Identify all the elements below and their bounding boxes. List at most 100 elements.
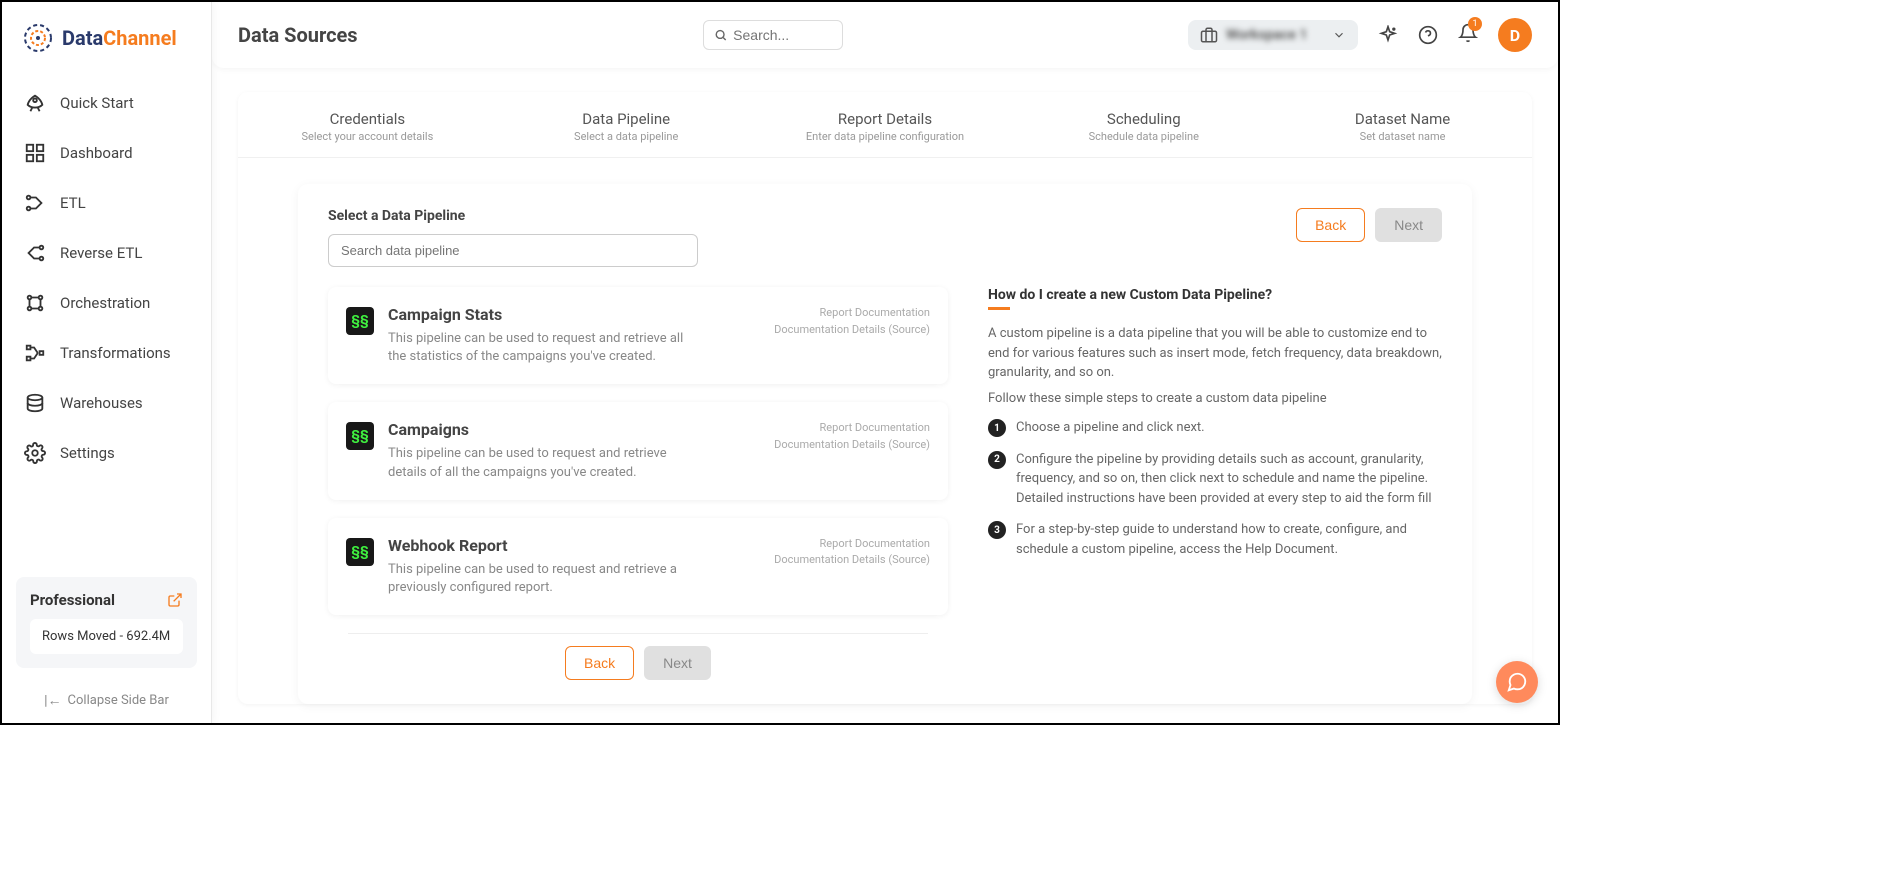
help-icon[interactable] bbox=[1418, 25, 1438, 45]
sidebar-item-settings[interactable]: Settings bbox=[2, 428, 211, 478]
topbar: Data Sources Workspace 1 1 D bbox=[212, 2, 1558, 68]
help-divider bbox=[988, 307, 1010, 310]
help-step-text: Choose a pipeline and click next. bbox=[1016, 418, 1205, 438]
pipeline-card[interactable]: §§ Campaigns This pipeline can be used t… bbox=[328, 402, 948, 499]
workspace-label: Workspace 1 bbox=[1226, 27, 1324, 43]
step-number-icon: 1 bbox=[988, 419, 1006, 437]
help-step: 3 For a step-by-step guide to understand… bbox=[988, 520, 1442, 559]
step-subtitle: Enter data pipeline configuration bbox=[756, 130, 1015, 143]
notifications-button[interactable]: 1 bbox=[1458, 23, 1478, 47]
help-step-text: Configure the pipeline by providing deta… bbox=[1016, 450, 1442, 509]
pipeline-name: Campaigns bbox=[388, 420, 760, 439]
help-title: How do I create a new Custom Data Pipeli… bbox=[988, 287, 1442, 303]
step-number-icon: 3 bbox=[988, 521, 1006, 539]
sidebar-item-label: Reverse ETL bbox=[60, 244, 142, 262]
sidebar-item-label: Warehouses bbox=[60, 394, 143, 412]
collapse-label: Collapse Side Bar bbox=[68, 693, 169, 708]
step-data-pipeline[interactable]: Data Pipeline Select a data pipeline bbox=[497, 110, 756, 143]
sidebar-item-label: Settings bbox=[60, 444, 115, 462]
step-subtitle: Select a data pipeline bbox=[497, 130, 756, 143]
sparkle-icon[interactable] bbox=[1378, 25, 1398, 45]
step-subtitle: Select your account details bbox=[238, 130, 497, 143]
avatar[interactable]: D bbox=[1498, 18, 1532, 52]
grid-icon bbox=[24, 142, 46, 164]
help-step: 1 Choose a pipeline and click next. bbox=[988, 418, 1442, 438]
report-documentation-link[interactable]: Report Documentation bbox=[774, 420, 930, 437]
collapse-sidebar-button[interactable]: |← Collapse Side Bar bbox=[2, 680, 211, 723]
main: Data Sources Workspace 1 1 D bbox=[212, 2, 1558, 723]
warehouse-icon bbox=[24, 392, 46, 414]
stepper: Credentials Select your account details … bbox=[238, 92, 1532, 158]
chat-fab[interactable] bbox=[1496, 661, 1538, 703]
report-documentation-link[interactable]: Report Documentation bbox=[774, 305, 930, 322]
pipeline-card[interactable]: §§ Webhook Report This pipeline can be u… bbox=[328, 518, 948, 615]
briefcase-icon bbox=[1200, 26, 1218, 44]
sidebar-nav: Quick Start Dashboard ETL Reverse ETL Or… bbox=[2, 66, 211, 577]
pipeline-desc: This pipeline can be used to request and… bbox=[388, 330, 688, 366]
reverse-etl-icon bbox=[24, 242, 46, 264]
back-button-top[interactable]: Back bbox=[1296, 208, 1365, 242]
step-title: Credentials bbox=[238, 110, 497, 128]
pipeline-list: §§ Campaign Stats This pipeline can be u… bbox=[328, 287, 948, 680]
search-input[interactable] bbox=[733, 27, 832, 43]
help-step-text: For a step-by-step guide to understand h… bbox=[1016, 520, 1442, 559]
global-search[interactable] bbox=[703, 20, 843, 50]
help-step: 2 Configure the pipeline by providing de… bbox=[988, 450, 1442, 509]
next-button-top[interactable]: Next bbox=[1375, 208, 1442, 242]
documentation-details-link[interactable]: Documentation Details (Source) bbox=[774, 437, 930, 454]
logo-icon bbox=[22, 22, 54, 54]
documentation-details-link[interactable]: Documentation Details (Source) bbox=[774, 322, 930, 339]
brand-text-1: Data bbox=[62, 26, 103, 50]
pipeline-source-icon: §§ bbox=[346, 538, 374, 566]
sidebar-item-quick-start[interactable]: Quick Start bbox=[2, 78, 211, 128]
sidebar-item-transformations[interactable]: Transformations bbox=[2, 328, 211, 378]
sidebar: DataChannel Quick Start Dashboard ETL Re… bbox=[2, 2, 212, 723]
help-paragraph: Follow these simple steps to create a cu… bbox=[988, 389, 1442, 409]
notification-badge: 1 bbox=[1468, 17, 1482, 31]
step-subtitle: Schedule data pipeline bbox=[1014, 130, 1273, 143]
step-scheduling[interactable]: Scheduling Schedule data pipeline bbox=[1014, 110, 1273, 143]
report-documentation-link[interactable]: Report Documentation bbox=[774, 536, 930, 553]
rocket-icon bbox=[24, 92, 46, 114]
sidebar-item-orchestration[interactable]: Orchestration bbox=[2, 278, 211, 328]
wizard-card: Credentials Select your account details … bbox=[238, 92, 1532, 704]
plan-box: Professional Rows Moved - 692.4M bbox=[16, 577, 197, 668]
sidebar-item-label: Transformations bbox=[60, 344, 171, 362]
workspace-selector[interactable]: Workspace 1 bbox=[1188, 20, 1358, 50]
pipeline-source-icon: §§ bbox=[346, 422, 374, 450]
brand-logo[interactable]: DataChannel bbox=[2, 2, 211, 66]
sidebar-item-warehouses[interactable]: Warehouses bbox=[2, 378, 211, 428]
search-icon bbox=[714, 27, 727, 43]
help-paragraph: A custom pipeline is a data pipeline tha… bbox=[988, 324, 1442, 383]
chevron-down-icon bbox=[1332, 28, 1346, 42]
pipeline-card[interactable]: §§ Campaign Stats This pipeline can be u… bbox=[328, 287, 948, 384]
external-link-icon[interactable] bbox=[167, 592, 183, 608]
documentation-details-link[interactable]: Documentation Details (Source) bbox=[774, 552, 930, 569]
help-panel: How do I create a new Custom Data Pipeli… bbox=[988, 287, 1442, 680]
sidebar-item-label: ETL bbox=[60, 194, 86, 212]
pipeline-search-input[interactable] bbox=[328, 234, 698, 267]
step-dataset-name[interactable]: Dataset Name Set dataset name bbox=[1273, 110, 1532, 143]
next-button-bottom[interactable]: Next bbox=[644, 646, 711, 680]
section-label: Select a Data Pipeline bbox=[328, 208, 698, 224]
pipeline-desc: This pipeline can be used to request and… bbox=[388, 561, 688, 597]
sidebar-item-label: Orchestration bbox=[60, 294, 150, 312]
step-subtitle: Set dataset name bbox=[1273, 130, 1532, 143]
plan-name: Professional bbox=[30, 591, 115, 609]
plan-rows: Rows Moved - 692.4M bbox=[30, 619, 183, 654]
sidebar-item-reverse-etl[interactable]: Reverse ETL bbox=[2, 228, 211, 278]
step-report-details[interactable]: Report Details Enter data pipeline confi… bbox=[756, 110, 1015, 143]
pipeline-source-icon: §§ bbox=[346, 307, 374, 335]
sidebar-item-label: Quick Start bbox=[60, 94, 134, 112]
step-title: Report Details bbox=[756, 110, 1015, 128]
sidebar-item-dashboard[interactable]: Dashboard bbox=[2, 128, 211, 178]
page-title: Data Sources bbox=[238, 23, 358, 47]
back-button-bottom[interactable]: Back bbox=[565, 646, 634, 680]
transformations-icon bbox=[24, 342, 46, 364]
sidebar-item-etl[interactable]: ETL bbox=[2, 178, 211, 228]
step-credentials[interactable]: Credentials Select your account details bbox=[238, 110, 497, 143]
chat-icon bbox=[1506, 671, 1528, 693]
step-title: Data Pipeline bbox=[497, 110, 756, 128]
pipeline-desc: This pipeline can be used to request and… bbox=[388, 445, 688, 481]
step-title: Dataset Name bbox=[1273, 110, 1532, 128]
